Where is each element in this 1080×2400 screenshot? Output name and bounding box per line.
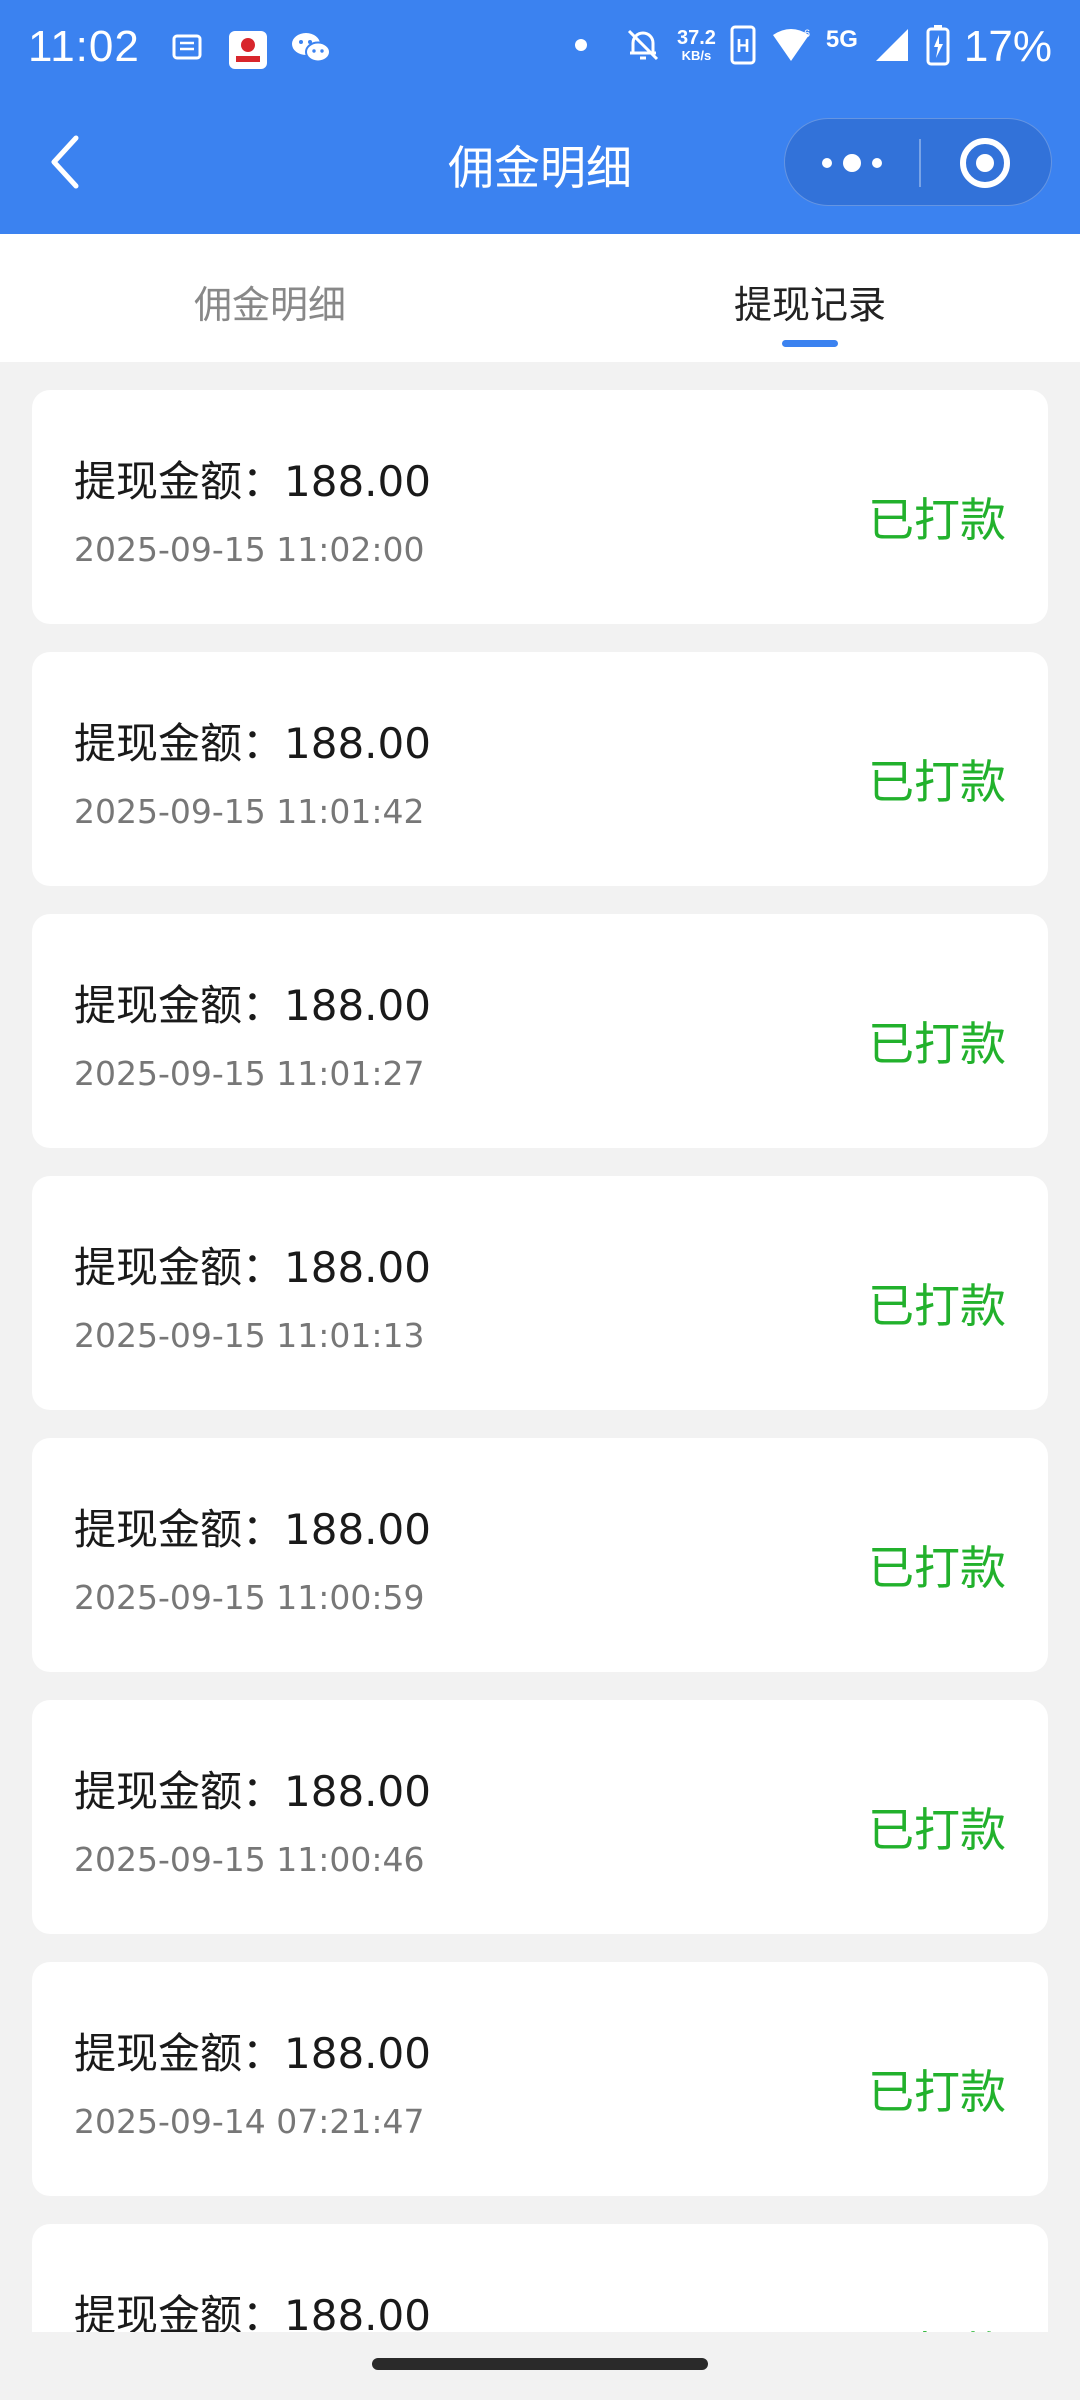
home-indicator[interactable] — [372, 2358, 708, 2370]
status-badge: 已打款 — [868, 1279, 1006, 1333]
more-dots-icon — [822, 154, 882, 172]
net-speed-value: 37.2 — [676, 27, 716, 49]
withdraw-time: 2025-09-14 07:21:47 — [74, 2102, 425, 2141]
nav-bar: 佣金明细 — [0, 110, 1080, 214]
net-speed-unit: KB/s — [681, 48, 712, 63]
signal-icon — [872, 25, 912, 70]
net-speed: 37.2 KB/s — [676, 27, 716, 65]
status-badge: 已打款 — [868, 2065, 1006, 2119]
app-header: 11:02 37.2 KB/s H 6 5G 17% 佣金明细 — [0, 0, 1080, 234]
mini-program-capsule — [784, 118, 1052, 206]
status-badge: 已打款 — [868, 755, 1006, 809]
message-icon — [170, 30, 206, 70]
withdraw-time: 2025-09-15 11:00:46 — [74, 1840, 425, 1879]
status-icons-right: 37.2 KB/s H 6 5G 17% — [573, 22, 1052, 72]
withdraw-amount: 提现金额：188.00 — [74, 719, 431, 768]
status-badge: 已打款 — [868, 1803, 1006, 1857]
more-button[interactable] — [785, 119, 919, 207]
active-tab-indicator — [782, 340, 838, 347]
list-item[interactable]: 提现金额：188.00 2025-09-15 11:00:46 已打款 — [32, 1700, 1048, 1934]
withdraw-amount: 提现金额：188.00 — [74, 1505, 431, 1554]
mute-bell-icon — [623, 25, 663, 70]
withdraw-amount: 提现金额：188.00 — [74, 2291, 431, 2332]
list-item[interactable]: 提现金额：188.00 已打款 — [32, 2224, 1048, 2332]
wechat-icon — [290, 30, 332, 70]
withdraw-amount: 提现金额：188.00 — [74, 1243, 431, 1292]
list-item[interactable]: 提现金额：188.00 2025-09-15 11:02:00 已打款 — [32, 390, 1048, 624]
withdraw-amount: 提现金额：188.00 — [74, 2029, 431, 2078]
svg-text:H: H — [736, 36, 749, 56]
list-item[interactable]: 提现金额：188.00 2025-09-15 11:01:42 已打款 — [32, 652, 1048, 886]
withdraw-amount: 提现金额：188.00 — [74, 981, 431, 1030]
withdraw-time: 2025-09-15 11:01:42 — [74, 792, 425, 831]
list-item[interactable]: 提现金额：188.00 2025-09-15 11:00:59 已打款 — [32, 1438, 1048, 1672]
withdraw-time: 2025-09-15 11:02:00 — [74, 530, 425, 569]
network-type: 5G — [825, 26, 858, 53]
status-badge: 已打款 — [868, 2318, 1006, 2332]
battery-icon — [926, 24, 950, 71]
list-item[interactable]: 提现金额：188.00 2025-09-15 11:01:27 已打款 — [32, 914, 1048, 1148]
close-mini-program-button[interactable] — [921, 119, 1053, 207]
dot-icon — [573, 37, 589, 58]
tab-withdraw-records[interactable]: 提现记录 — [610, 274, 1010, 329]
withdraw-time: 2025-09-15 11:01:13 — [74, 1316, 425, 1355]
status-badge: 已打款 — [868, 1017, 1006, 1071]
withdraw-time: 2025-09-15 11:00:59 — [74, 1578, 425, 1617]
svg-text:6: 6 — [804, 28, 810, 40]
app-logo-icon — [228, 30, 268, 74]
tab-commission-detail[interactable]: 佣金明细 — [70, 274, 470, 329]
withdraw-amount: 提现金额：188.00 — [74, 457, 431, 506]
hd-icon: H — [730, 25, 756, 70]
withdraw-time: 2025-09-15 11:01:27 — [74, 1054, 425, 1093]
status-bar: 11:02 37.2 KB/s H 6 5G 17% — [0, 0, 1080, 100]
withdraw-record-list[interactable]: 提现金额：188.00 2025-09-15 11:02:00 已打款 提现金额… — [0, 362, 1080, 2332]
battery-percent: 17% — [963, 22, 1052, 71]
wifi-icon: 6 — [770, 25, 812, 70]
list-item[interactable]: 提现金额：188.00 2025-09-15 11:01:13 已打款 — [32, 1176, 1048, 1410]
status-badge: 已打款 — [868, 493, 1006, 547]
target-circle-icon — [960, 138, 1010, 188]
tab-bar: 佣金明细 提现记录 — [0, 234, 1080, 362]
list-item[interactable]: 提现金额：188.00 2025-09-14 07:21:47 已打款 — [32, 1962, 1048, 2196]
status-badge: 已打款 — [868, 1541, 1006, 1595]
withdraw-amount: 提现金额：188.00 — [74, 1767, 431, 1816]
status-time: 11:02 — [28, 22, 140, 71]
